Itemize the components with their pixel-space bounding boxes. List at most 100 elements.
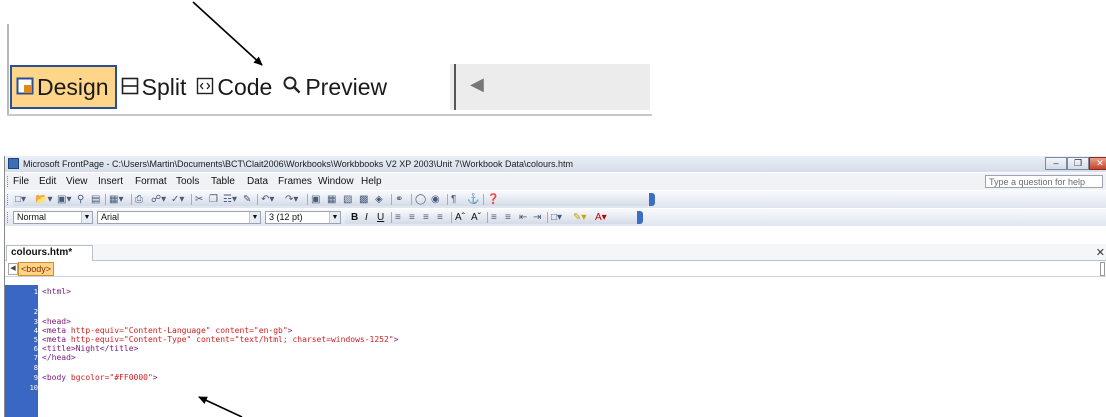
paste-icon[interactable]: ☶▾ — [223, 194, 237, 205]
formatting-toolbar: Normal ▼ Arial ▼ 3 (12 pt) ▼ B I U ≡ ≡ ≡… — [5, 209, 1106, 226]
code-editor[interactable]: 1 <html> 2 3 <head> 4 <meta http-equiv="… — [5, 285, 1106, 417]
line-number: 1 — [33, 288, 38, 296]
preview-view-tab[interactable]: Preview — [278, 65, 393, 109]
insert-table-icon[interactable]: ▦ — [327, 194, 336, 205]
code-line: 7 </head> — [5, 353, 1106, 363]
code-line: 10 — [5, 383, 1106, 393]
toggle-pane-icon[interactable]: ▦▾ — [109, 194, 123, 205]
line-number: 9 — [33, 374, 38, 382]
decrease-font-icon[interactable]: Aˇ — [471, 212, 481, 223]
preview-icon — [282, 74, 302, 101]
help-icon[interactable]: ❓ — [487, 194, 499, 205]
menu-window[interactable]: Window — [318, 173, 354, 190]
divider — [7, 114, 652, 116]
font-size-select[interactable]: 3 (12 pt) ▼ — [265, 211, 341, 224]
split-view-tab[interactable]: Split — [117, 65, 193, 109]
increase-font-icon[interactable]: Aˆ — [455, 212, 465, 223]
menu-view[interactable]: View — [66, 173, 88, 190]
menu-insert[interactable]: Insert — [98, 173, 123, 190]
drawing-icon[interactable]: ◈ — [375, 194, 383, 205]
menu-table[interactable]: Table — [211, 173, 235, 190]
split-view-label: Split — [141, 73, 187, 100]
menu-frames[interactable]: Frames — [278, 173, 312, 190]
align-center-icon[interactable]: ≡ — [409, 212, 415, 223]
bullets-icon[interactable]: ≡ — [505, 212, 511, 223]
toolbar-spacer — [5, 227, 1106, 244]
design-view-label: Design — [37, 73, 109, 100]
toolbar-grip[interactable] — [7, 176, 11, 187]
decrease-indent-icon[interactable]: ⇤ — [519, 212, 527, 223]
toolbar-grip[interactable] — [7, 194, 11, 205]
print-icon[interactable]: ⎙ — [135, 194, 143, 205]
toolbar-options-icon[interactable] — [637, 211, 643, 224]
web-component-icon[interactable]: ▣ — [311, 194, 320, 205]
hyperlink-icon[interactable]: ⚭ — [395, 194, 403, 205]
menu-file[interactable]: File — [13, 173, 29, 190]
menu-tools[interactable]: Tools — [176, 173, 199, 190]
code-text: <body bgcolor="#FF0000"> — [42, 373, 158, 383]
insert-layer-icon[interactable]: ▧ — [343, 194, 352, 205]
search-icon[interactable]: ⚲ — [77, 194, 84, 205]
bold-icon[interactable]: B — [351, 212, 358, 223]
code-attribute: http-equiv="Content-Type" content="text/… — [70, 335, 394, 344]
font-select[interactable]: Arial ▼ — [97, 211, 261, 224]
justify-icon[interactable]: ≡ — [437, 212, 443, 223]
close-document-icon[interactable]: ✕ — [1096, 246, 1105, 259]
spelling-icon[interactable]: ✓▾ — [171, 194, 184, 205]
code-attribute: http-equiv="Content-Language" content="e… — [70, 326, 288, 335]
toolbar-options-icon[interactable] — [649, 193, 655, 206]
standard-toolbar: □▾ 📂▾ ▣▾ ⚲ ▤ ▦▾ ⎙ ☍▾ ✓▾ ✂ ❐ ☶▾ ✎ ↶▾ ↷▾ ▣… — [5, 191, 1106, 208]
bookmark-icon[interactable]: ⚓ — [467, 194, 479, 205]
menu-edit[interactable]: Edit — [39, 173, 56, 190]
borders-icon[interactable]: □▾ — [551, 212, 562, 223]
italic-icon[interactable]: I — [365, 212, 368, 223]
line-number: 10 — [29, 384, 38, 392]
highlight-color-icon[interactable]: ✎▾ — [573, 212, 586, 223]
menu-data[interactable]: Data — [247, 173, 268, 190]
refresh-icon[interactable]: ◯ — [415, 194, 426, 205]
toolbar-grip[interactable] — [7, 212, 11, 223]
view-tab-bar: Design Split Code Preview — [10, 62, 393, 112]
underline-icon[interactable]: U — [377, 212, 384, 223]
align-right-icon[interactable]: ≡ — [423, 212, 429, 223]
align-left-icon[interactable]: ≡ — [395, 212, 401, 223]
line-number: 7 — [33, 354, 38, 362]
scroll-left-arrow-icon[interactable]: ◀ — [470, 74, 484, 95]
increase-indent-icon[interactable]: ⇥ — [533, 212, 541, 223]
format-painter-icon[interactable]: ✎ — [243, 194, 251, 205]
help-question-input[interactable]: Type a question for help — [985, 175, 1103, 188]
stop-icon[interactable]: ◉ — [431, 194, 440, 205]
style-value: Normal — [17, 212, 47, 222]
copy-icon[interactable]: ❐ — [209, 194, 218, 205]
chevron-down-icon: ▼ — [81, 212, 92, 223]
divider — [7, 24, 9, 114]
style-select[interactable]: Normal ▼ — [13, 211, 93, 224]
open-folder-icon[interactable]: 📂▾ — [35, 194, 52, 205]
print-preview-icon[interactable]: ☍▾ — [151, 194, 166, 205]
new-page-icon[interactable]: □▾ — [15, 194, 26, 205]
body-tag-chip[interactable]: <body> — [18, 262, 55, 276]
split-icon — [121, 74, 139, 101]
maximize-button[interactable]: ❐ — [1067, 157, 1089, 170]
design-view-tab[interactable]: Design — [10, 65, 117, 109]
font-color-icon[interactable]: A▾ — [595, 212, 607, 223]
insert-picture-icon[interactable]: ▩ — [359, 194, 368, 205]
save-icon[interactable]: ▣▾ — [57, 194, 71, 205]
numbering-icon[interactable]: ≡ — [491, 212, 497, 223]
window-title: Microsoft FrontPage - C:\Users\Martin\Do… — [23, 159, 574, 169]
menu-format[interactable]: Format — [135, 173, 167, 190]
publish-icon[interactable]: ▤ — [91, 194, 100, 205]
tag-scroll-left-icon[interactable]: ◀ — [8, 263, 18, 275]
code-view-tab[interactable]: Code — [192, 65, 278, 109]
minimize-button[interactable]: – — [1045, 157, 1067, 170]
redo-icon[interactable]: ↷▾ — [285, 194, 298, 205]
document-tab-label: colours.htm* — [11, 247, 73, 258]
document-tab[interactable]: colours.htm* — [6, 245, 94, 261]
cut-icon[interactable]: ✂ — [195, 194, 203, 205]
toolbar-separator — [191, 194, 192, 205]
menu-help[interactable]: Help — [361, 173, 382, 190]
undo-icon[interactable]: ↶▾ — [261, 194, 274, 205]
close-button[interactable]: ✕ — [1089, 157, 1106, 170]
tag-selector-options[interactable] — [1100, 262, 1105, 276]
show-all-icon[interactable]: ¶ — [451, 194, 456, 205]
